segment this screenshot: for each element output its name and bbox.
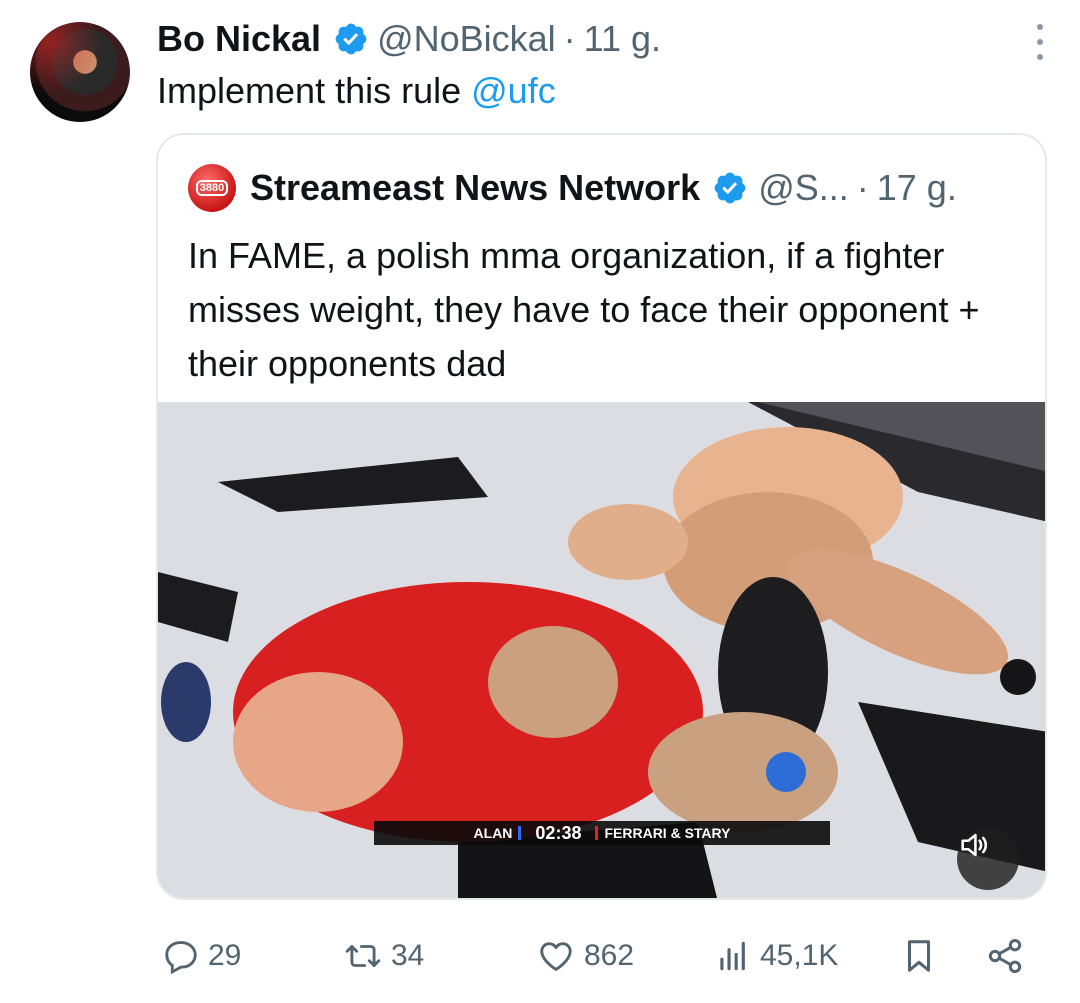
author-name[interactable]: Bo Nickal (157, 18, 321, 60)
quoted-tweet[interactable]: 3880 Streameast News Network @S... · 17 … (156, 133, 1047, 900)
video-player[interactable]: ALAN 02:38 FERRARI & STARY (158, 402, 1045, 898)
bookmark-icon (907, 940, 931, 972)
verified-badge-icon (335, 23, 367, 55)
reply-count: 29 (208, 939, 242, 972)
repost-button[interactable]: 34 (343, 928, 424, 984)
like-count: 862 (584, 939, 635, 972)
blue-corner-marker (518, 826, 522, 840)
reply-icon (165, 941, 197, 975)
quoted-tweet-text: In FAME, a polish mma organization, if a… (188, 235, 980, 384)
scoreboard-left-name: ALAN (473, 825, 513, 841)
quoted-author-handle[interactable]: @S... (758, 167, 849, 209)
tweet-header: Bo Nickal @NoBickal · 11 g. (157, 14, 661, 64)
volume-icon[interactable] (957, 828, 1019, 890)
scoreboard-overlay: ALAN 02:38 FERRARI & STARY (374, 821, 830, 845)
quoted-author-name[interactable]: Streameast News Network (250, 167, 700, 209)
action-bar: 29 34 862 45,1K (0, 928, 1080, 984)
author-handle[interactable]: @NoBickal (377, 18, 556, 60)
more-icon[interactable] (1030, 24, 1050, 60)
views-count: 45,1K (760, 939, 839, 972)
separator-dot: · (563, 18, 576, 59)
quoted-avatar-badge: 3880 (195, 180, 229, 196)
bookmark-button[interactable] (900, 928, 938, 984)
quoted-author-avatar[interactable]: 3880 (188, 164, 236, 212)
like-button[interactable]: 862 (536, 928, 634, 984)
like-icon (540, 942, 572, 971)
share-icon (988, 939, 1022, 973)
author-avatar[interactable] (30, 22, 130, 122)
tweet-text: Implement this rule @ufc (157, 70, 556, 112)
views-button[interactable]: 45,1K (714, 928, 838, 984)
separator-dot: · (856, 167, 869, 208)
scoreboard-clock: 02:38 (535, 822, 582, 843)
repost-icon (345, 945, 381, 967)
scoreboard-right-name: FERRARI & STARY (604, 825, 731, 841)
share-button[interactable] (985, 928, 1025, 984)
tweet-body: Implement this rule (157, 70, 472, 111)
tweet-time[interactable]: 11 g. (584, 18, 661, 60)
mention-link[interactable]: @ufc (471, 70, 556, 111)
quoted-tweet-header: 3880 Streameast News Network @S... · 17 … (188, 164, 957, 212)
repost-count: 34 (391, 939, 425, 972)
reply-button[interactable]: 29 (162, 928, 241, 984)
views-icon (720, 941, 745, 971)
quoted-tweet-time[interactable]: 17 g. (877, 167, 957, 209)
verified-badge-icon (714, 172, 746, 204)
red-corner-marker (595, 826, 599, 840)
